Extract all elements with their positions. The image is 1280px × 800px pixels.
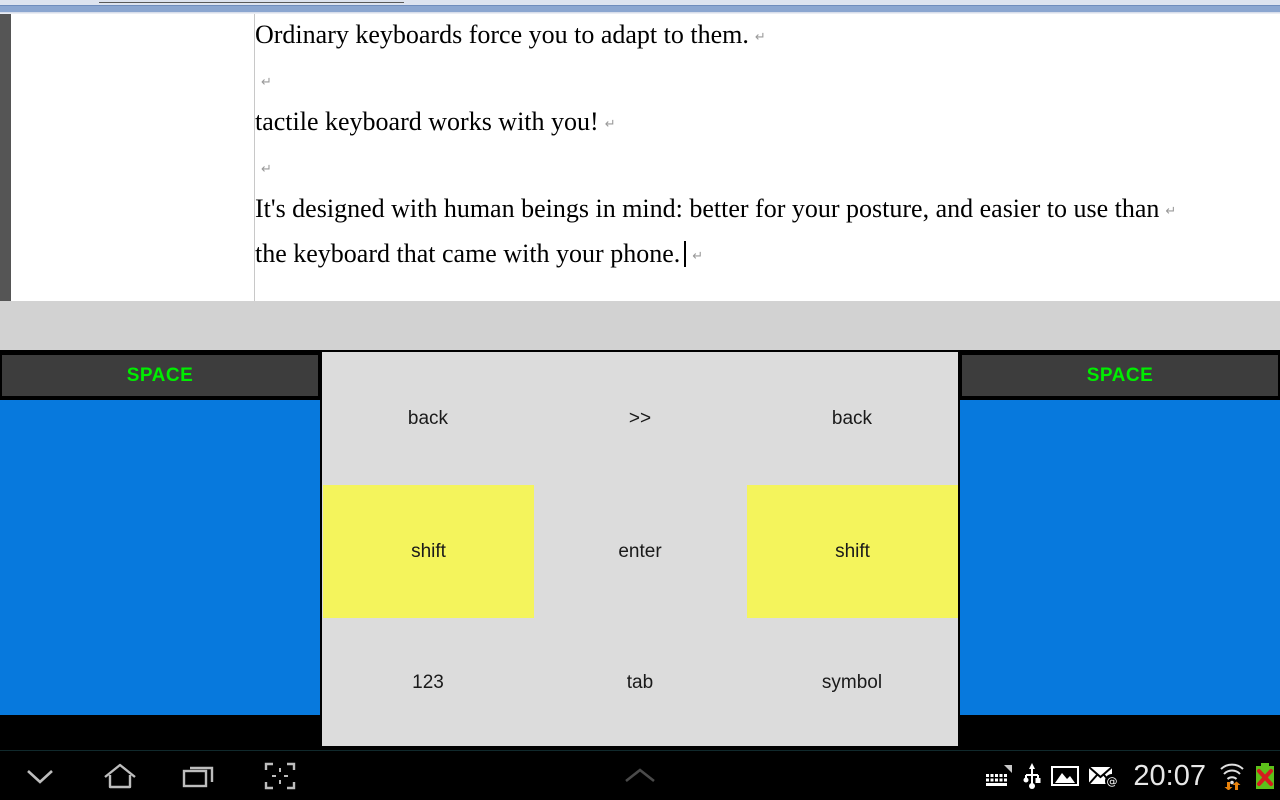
keypad-row-2: shift enter shift <box>322 485 958 618</box>
screenshot-icon <box>263 761 297 791</box>
text-cursor <box>684 241 687 267</box>
recent-apps-button[interactable] <box>172 754 228 798</box>
chevron-down-icon <box>22 764 58 788</box>
svg-text:@: @ <box>1107 775 1118 788</box>
app-background-gap <box>0 301 1280 350</box>
space-key-left[interactable]: SPACE <box>0 353 320 398</box>
keypad-panel[interactable]: back >> back shift enter shift 123 tab s… <box>320 350 960 748</box>
document-line-2: ↵ <box>255 59 1264 101</box>
key-shift-left-label: shift <box>411 540 446 562</box>
recents-icon <box>180 762 220 790</box>
space-key-right-label: SPACE <box>1086 364 1154 386</box>
key-back-left-label: back <box>407 407 449 429</box>
document-area[interactable]: Ordinary keyboards force you to adapt to… <box>0 14 1280 301</box>
pilcrow-icon: ↵ <box>261 162 272 177</box>
key-back-right-label: back <box>831 407 873 429</box>
document-line-3-text: tactile keyboard works with you! <box>255 107 599 136</box>
home-button[interactable] <box>92 754 148 798</box>
key-back-right[interactable]: back <box>746 352 958 485</box>
key-back-left[interactable]: back <box>322 352 534 485</box>
pilcrow-icon: ↵ <box>754 30 766 45</box>
email-icon: @ <box>1088 764 1120 788</box>
pilcrow-icon: ↵ <box>261 75 272 90</box>
pilcrow-icon: ↵ <box>1165 204 1177 219</box>
android-screen: Ordinary keyboards force you to adapt to… <box>0 0 1280 800</box>
key-symbol[interactable]: symbol <box>746 618 958 748</box>
key-enter[interactable]: enter <box>534 485 746 618</box>
document-line-5-text: It's designed with human beings in mind:… <box>255 194 1160 223</box>
android-navigation-bar: @ 20:07 <box>0 750 1280 800</box>
document-toolbar-strip <box>0 0 1280 14</box>
key-tab[interactable]: tab <box>534 618 746 748</box>
chevron-up-icon <box>618 765 662 787</box>
key-123[interactable]: 123 <box>322 618 534 748</box>
pilcrow-icon: ↵ <box>692 249 704 264</box>
key-symbol-label: symbol <box>821 672 883 693</box>
document-line-3: tactile keyboard works with you! ↵ <box>255 101 1264 146</box>
home-icon <box>100 761 140 791</box>
space-key-right[interactable]: SPACE <box>960 353 1280 398</box>
document-line-6: the keyboard that came with your phone. ↵ <box>255 233 1264 278</box>
keypad-row-1: back >> back <box>322 352 958 485</box>
ruler-indicator <box>99 2 404 3</box>
key-tab-label: tab <box>626 672 654 693</box>
touch-pad-left[interactable] <box>0 400 320 715</box>
status-bar-icons[interactable]: @ 20:07 <box>985 751 1276 800</box>
space-key-left-label: SPACE <box>126 364 194 386</box>
document-page[interactable]: Ordinary keyboards force you to adapt to… <box>11 14 1280 301</box>
key-next[interactable]: >> <box>534 352 746 485</box>
key-enter-label: enter <box>618 540 662 562</box>
wifi-icon <box>1219 762 1245 790</box>
keyboard-icon <box>985 763 1013 789</box>
hide-keyboard-button[interactable] <box>12 754 68 798</box>
document-line-1: Ordinary keyboards force you to adapt to… <box>255 14 1264 59</box>
nav-button-group <box>0 751 320 800</box>
document-line-1-text: Ordinary keyboards force you to adapt to… <box>255 20 749 49</box>
document-line-4: ↵ <box>255 146 1264 188</box>
key-next-label: >> <box>628 407 652 429</box>
key-shift-right-label: shift <box>835 540 870 562</box>
expand-handle-button[interactable] <box>600 751 680 800</box>
document-line-6-text: the keyboard that came with your phone. <box>255 239 681 268</box>
keypad-row-3: 123 tab symbol <box>322 618 958 748</box>
status-clock: 20:07 <box>1133 759 1206 792</box>
vertical-scrollbar[interactable] <box>0 14 11 301</box>
pilcrow-icon: ↵ <box>604 117 616 132</box>
usb-icon <box>1022 762 1042 790</box>
screenshot-saved-icon <box>1051 764 1080 788</box>
screenshot-button[interactable] <box>252 754 308 798</box>
touch-pad-right[interactable] <box>960 400 1280 715</box>
battery-icon <box>1254 762 1276 790</box>
document-line-5: It's designed with human beings in mind:… <box>255 188 1264 233</box>
tactile-keyboard[interactable]: SPACE SPACE back >> back shift enter shi… <box>0 350 1280 750</box>
key-123-label: 123 <box>412 672 444 693</box>
document-text-body[interactable]: Ordinary keyboards force you to adapt to… <box>255 14 1264 301</box>
key-shift-right[interactable]: shift <box>747 485 958 618</box>
key-shift-left[interactable]: shift <box>323 485 534 618</box>
